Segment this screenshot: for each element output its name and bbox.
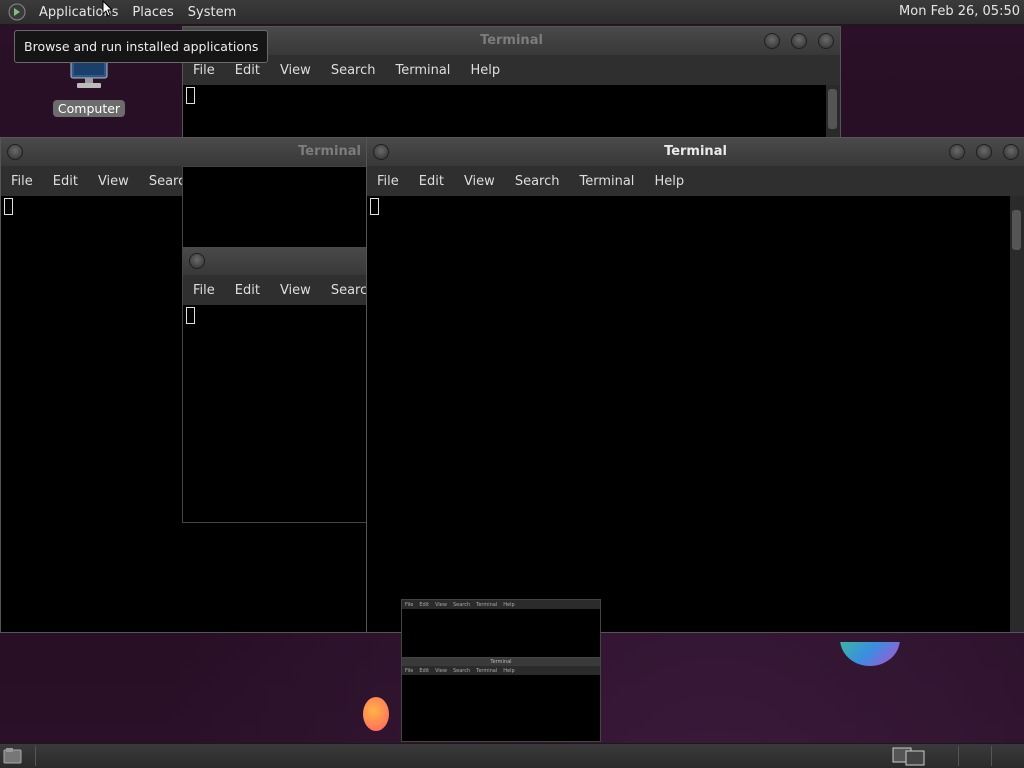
close-icon[interactable]: [1003, 144, 1019, 160]
menu-view[interactable]: View: [270, 63, 321, 78]
text-cursor: [186, 87, 195, 104]
window-titlebar[interactable]: Terminal: [367, 138, 1024, 166]
minimize-icon[interactable]: [949, 144, 965, 160]
minimize-icon[interactable]: [764, 33, 780, 49]
thumb-menu-terminal: Terminal: [476, 601, 498, 608]
text-cursor: [4, 198, 13, 215]
terminal-window-middle[interactable]: File Edit View Search: [182, 166, 368, 523]
menu-edit[interactable]: Edit: [225, 283, 270, 298]
menu-file[interactable]: File: [1, 174, 43, 189]
window-title: Terminal: [664, 144, 727, 159]
thumb-menu-terminal: Terminal: [476, 667, 498, 674]
menu-search[interactable]: Search: [505, 174, 570, 189]
panel-separator: [958, 746, 959, 766]
menu-terminal[interactable]: Terminal: [569, 174, 644, 189]
text-cursor: [370, 198, 379, 215]
menu-view[interactable]: View: [270, 283, 321, 298]
text-cursor: [186, 307, 195, 324]
thumb-menu-help: Help: [503, 667, 515, 674]
thumb-menu-search: Search: [452, 601, 471, 608]
show-desktop-icon[interactable]: [3, 747, 23, 765]
menu-edit[interactable]: Edit: [409, 174, 454, 189]
thumb-menu-edit: Edit: [419, 601, 430, 608]
menu-view[interactable]: View: [454, 174, 505, 189]
menu-terminal[interactable]: Terminal: [385, 63, 460, 78]
menubar: File Edit View Search Terminal Help: [183, 55, 840, 85]
menu-view[interactable]: View: [88, 174, 139, 189]
maximize-icon[interactable]: [791, 33, 807, 49]
scrollbar-thumb[interactable]: [828, 89, 837, 129]
menu-file[interactable]: File: [183, 63, 225, 78]
thumbnail-menubar: File Edit View Search Terminal Help: [402, 666, 600, 675]
window-titlebar[interactable]: [183, 247, 367, 275]
thumbnail-title: Terminal: [402, 658, 600, 666]
thumb-menu-help: Help: [503, 601, 515, 608]
thumb-menu-view: View: [435, 601, 447, 608]
thumb-menu-file: File: [405, 601, 414, 608]
top-panel: Applications Places System Mon Feb 26, 0…: [0, 0, 1024, 25]
menu-edit[interactable]: Edit: [225, 63, 270, 78]
menu-search[interactable]: Search: [321, 63, 386, 78]
menu-search[interactable]: Search: [321, 283, 367, 298]
maximize-icon[interactable]: [976, 144, 992, 160]
menubar: File Edit View Search Terminal Help: [367, 166, 1024, 196]
terminal-area[interactable]: [183, 85, 840, 137]
bottom-panel: [0, 743, 1024, 768]
thumbnail-menubar: File Edit View Search Terminal Help: [402, 600, 600, 609]
menu-file[interactable]: File: [367, 174, 409, 189]
menu-help[interactable]: Help: [460, 63, 510, 78]
window-titlebar[interactable]: Terminal: [183, 27, 840, 55]
terminal-window-back[interactable]: Terminal File Edit View Search Terminal …: [182, 26, 841, 138]
window-title: Terminal: [298, 144, 361, 159]
terminal-area[interactable]: [367, 196, 1010, 632]
window-titlebar[interactable]: Terminal: [1, 138, 367, 166]
scrollbar[interactable]: [826, 85, 840, 137]
mouse-pointer-icon: [102, 0, 114, 17]
terminal-area[interactable]: [183, 305, 367, 522]
thumb-menu-view: View: [435, 667, 447, 674]
terminal-area-top: [183, 167, 367, 247]
window-thumbnail-1[interactable]: File Edit View Search Terminal Help: [401, 599, 601, 659]
scrollbar[interactable]: [1010, 196, 1024, 632]
thumb-menu-search: Search: [452, 667, 471, 674]
terminal-window-front[interactable]: Terminal File Edit View Search Terminal …: [366, 137, 1024, 633]
menu-help[interactable]: Help: [644, 174, 694, 189]
thumb-menu-edit: Edit: [419, 667, 430, 674]
applications-tooltip: Browse and run installed applications: [14, 30, 269, 63]
thumb-menu-file: File: [405, 667, 414, 674]
gnome-foot-icon[interactable]: [8, 3, 26, 21]
panel-separator: [35, 746, 36, 766]
panel-separator: [991, 746, 992, 766]
window-menu-icon[interactable]: [189, 253, 205, 269]
close-icon[interactable]: [818, 33, 834, 49]
wallpaper-orb-orange: [363, 697, 389, 731]
window-thumbnail-2[interactable]: Terminal File Edit View Search Terminal …: [401, 657, 601, 742]
window-title: Terminal: [480, 33, 543, 48]
clock[interactable]: Mon Feb 26, 05:50: [899, 4, 1020, 19]
menu-file[interactable]: File: [183, 283, 225, 298]
menu-edit[interactable]: Edit: [43, 174, 88, 189]
places-menu[interactable]: Places: [125, 5, 180, 20]
scrollbar-thumb[interactable]: [1012, 210, 1021, 250]
desktop-icon-label: Computer: [52, 100, 126, 117]
system-menu[interactable]: System: [181, 5, 243, 20]
workspace-switcher-icon[interactable]: [892, 746, 926, 766]
menubar: File Edit View Search: [183, 275, 367, 305]
